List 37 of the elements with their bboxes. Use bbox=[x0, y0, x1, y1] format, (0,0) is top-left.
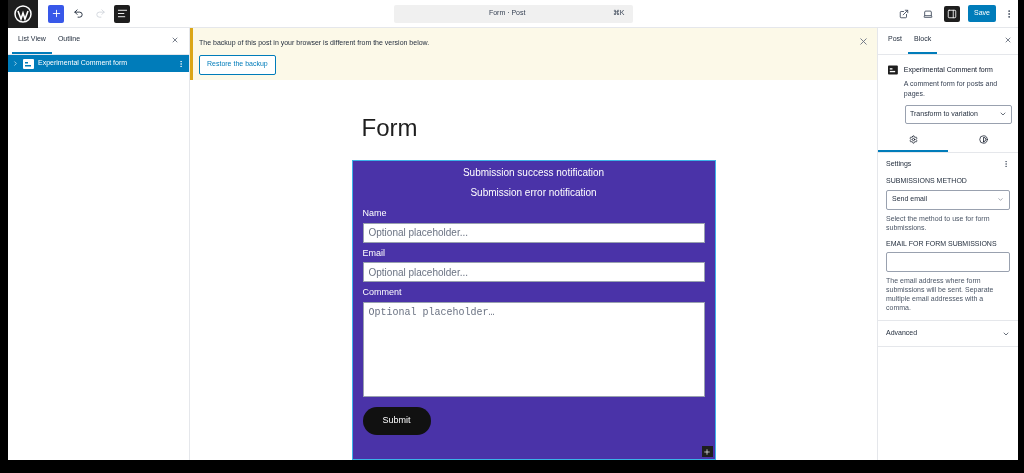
plus-icon bbox=[703, 447, 711, 456]
redo-icon bbox=[94, 8, 106, 19]
form-block-icon bbox=[23, 58, 34, 69]
document-overview-button[interactable] bbox=[114, 4, 130, 23]
more-options-icon[interactable] bbox=[177, 59, 185, 68]
close-icon[interactable] bbox=[858, 36, 869, 47]
close-icon[interactable] bbox=[1004, 36, 1012, 44]
input-field[interactable]: Optional placeholder... bbox=[362, 222, 705, 243]
submit-button[interactable]: Submit bbox=[362, 406, 431, 435]
add-block-button[interactable] bbox=[701, 446, 713, 457]
chevron-icon bbox=[997, 196, 1004, 203]
form-block-icon bbox=[888, 65, 898, 75]
contrast-icon bbox=[978, 135, 988, 144]
more-options-icon[interactable] bbox=[1002, 159, 1010, 168]
field-label: Comment bbox=[362, 286, 403, 299]
notification-text: Submission success notification bbox=[461, 166, 606, 180]
wordpress-logo-button[interactable] bbox=[8, 0, 38, 28]
gear-icon bbox=[908, 135, 918, 144]
comment-textarea[interactable]: Optional placeholder… bbox=[362, 301, 705, 397]
list-icon bbox=[116, 8, 128, 19]
email-input-field[interactable] bbox=[886, 252, 1010, 272]
notification-text: Submission error notification bbox=[469, 186, 598, 200]
chevron-icon bbox=[999, 110, 1007, 118]
external-link-icon bbox=[899, 8, 909, 19]
sidebar-icon bbox=[947, 8, 957, 19]
field-label: Email bbox=[362, 246, 386, 260]
laptop-icon bbox=[923, 8, 933, 19]
settings-toggle-button[interactable] bbox=[944, 5, 960, 22]
field-label: Name bbox=[362, 207, 388, 220]
chevron-icon[interactable] bbox=[12, 60, 19, 67]
undo-icon bbox=[72, 8, 84, 19]
plus-icon bbox=[50, 8, 62, 19]
input-field[interactable]: Optional placeholder... bbox=[362, 262, 705, 282]
post-title: Form bbox=[361, 116, 419, 140]
close-icon[interactable] bbox=[171, 36, 179, 44]
wordpress-logo-icon bbox=[14, 4, 32, 23]
add-block-button[interactable] bbox=[48, 4, 64, 23]
